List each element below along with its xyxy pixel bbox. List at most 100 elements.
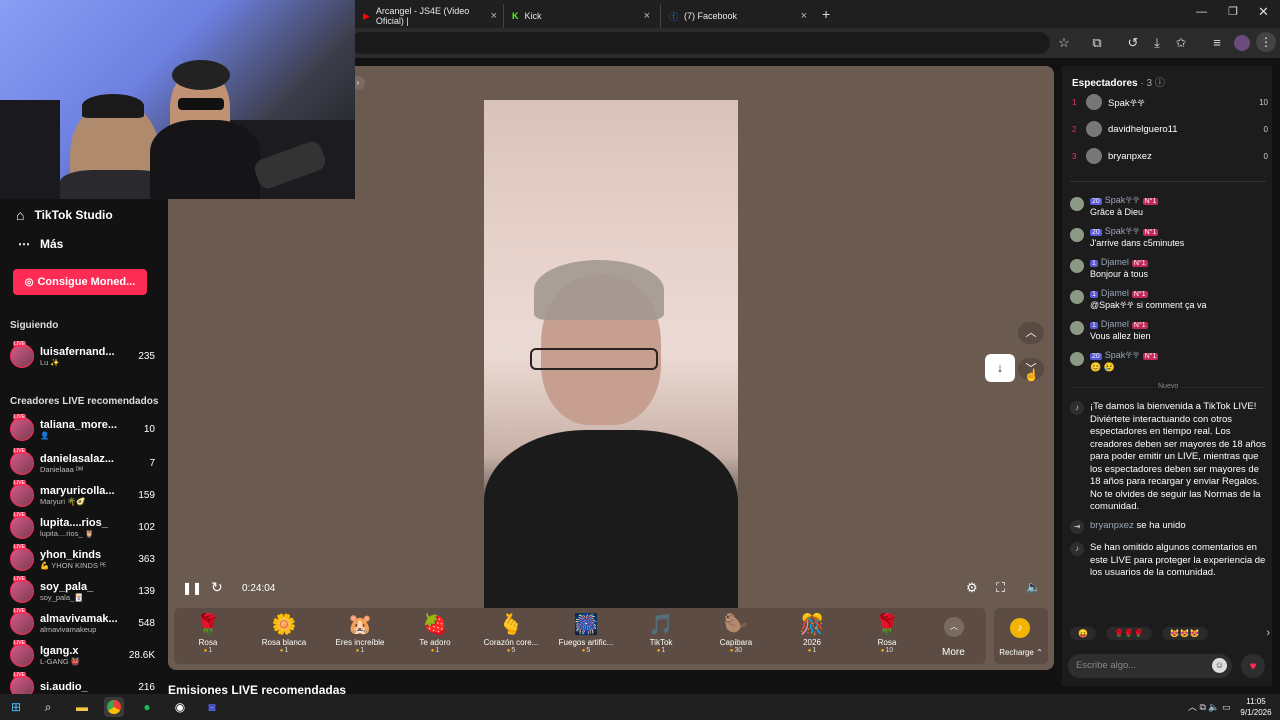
menu-kebab-icon[interactable]: ⋮ — [1256, 32, 1276, 52]
taskbar-clock[interactable]: 11:05 9/1/2026 — [1236, 696, 1276, 718]
get-coins-button[interactable]: ◎ Consigue Moned... — [13, 269, 147, 295]
recharge-button[interactable]: ♪ Recharge ⌃ — [994, 608, 1048, 664]
quick-emoji-2[interactable]: 🌹🌹🌹 — [1105, 626, 1152, 640]
gift-item[interactable]: 🐹Eres increíble1 — [325, 612, 395, 654]
windows-taskbar: ⊞ ⌕ ▬ ● ◉ ◙ ︿ ⧉ 🔈 ▭ 11:05 9/1/2026 — [0, 694, 1280, 720]
gift-icon: 🎵 — [648, 614, 674, 636]
live-video[interactable] — [484, 100, 738, 608]
avatar — [1070, 197, 1084, 211]
gift-icon: 🌹 — [874, 614, 900, 636]
chat-comment[interactable]: 1 Djamel N°1 @Spak𖣂𖣂 si comment ça va — [1070, 288, 1270, 311]
sunglasses — [178, 98, 224, 110]
viewer-row[interactable]: 3 bryanpxez 0 — [1072, 146, 1268, 166]
gift-item[interactable]: 🦫Capibara30 — [701, 612, 771, 654]
download-icon[interactable]: ⤓ — [1148, 34, 1166, 52]
chat-comment[interactable]: 20 Spak𖣂𖣂 N°1 Grâce à Dieu — [1070, 195, 1270, 218]
new-tab-button[interactable]: + — [822, 6, 830, 22]
viewer-row[interactable]: 2 davidhelguero11 0 — [1072, 119, 1268, 139]
rank-badge: N°1 — [1131, 291, 1148, 298]
close-window-icon[interactable]: ✕ — [1258, 4, 1269, 20]
chrome-icon[interactable] — [104, 697, 124, 717]
recommended-creator[interactable]: LIVE maryuricolla... Maryuri 🌴🥑 159 — [10, 480, 155, 509]
quick-emoji-1[interactable]: 😛 — [1070, 626, 1096, 640]
avatar: LIVE — [10, 576, 34, 603]
more-gifts-button[interactable]: More — [942, 647, 965, 658]
refresh-icon[interactable]: ↻ — [211, 579, 223, 596]
level-badge: 20 — [1090, 198, 1102, 205]
cap — [82, 94, 144, 118]
download-live-button[interactable]: ↓ — [985, 354, 1015, 382]
recommended-creator[interactable]: LIVE yhon_kinds 💪 YHON KINDS ᴾᴱ 363 — [10, 544, 155, 573]
recommended-creator[interactable]: LIVE soy_pala_ soy_pala_🃏 139 — [10, 576, 155, 605]
volume-icon[interactable]: 🔈 — [1026, 580, 1041, 594]
rank-badge: N°1 — [1142, 198, 1159, 205]
recommended-creator[interactable]: LIVE taliana_more... 👤 10 — [10, 414, 155, 443]
chat-comment[interactable]: 1 Djamel N°1 Vous allez bien — [1070, 319, 1270, 342]
windows-start-icon[interactable]: ⊞ — [6, 697, 26, 717]
gift-item[interactable]: 🎊20261 — [777, 612, 847, 654]
divider — [1070, 181, 1266, 182]
fullscreen-icon[interactable]: ⛶ — [996, 580, 1005, 596]
history-icon[interactable]: ↺ — [1124, 34, 1142, 52]
chat-comment[interactable]: 20 Spak𖣂𖣂 N°1 😊 😢 — [1070, 350, 1270, 373]
search-icon[interactable]: ⌕ — [38, 697, 58, 717]
close-tab-icon[interactable]: × — [644, 10, 650, 22]
following-item[interactable]: LIVE luisafernand... Lu ✨ 235 — [10, 341, 155, 370]
level-badge: 1 — [1090, 322, 1098, 329]
file-explorer-icon[interactable]: ▬ — [72, 697, 92, 717]
nav-more[interactable]: ⋯ Más — [18, 237, 63, 251]
comment-input[interactable]: Escribe algo... ☺ — [1068, 654, 1232, 678]
quick-emoji-3[interactable]: 😻😻😻 — [1161, 626, 1208, 640]
tab-facebook[interactable]: ⓕ (7) Facebook × — [660, 4, 815, 28]
rank-badge: N°1 — [1142, 229, 1159, 236]
chat-comment[interactable]: 1 Djamel N°1 Bonjour à tous — [1070, 257, 1270, 280]
like-heart-icon[interactable]: ♥ — [1241, 654, 1265, 678]
emoji-picker-icon[interactable]: ☺ — [1212, 658, 1227, 673]
omnibox[interactable] — [350, 32, 1050, 54]
tiktok-icon: ♪ — [1070, 401, 1084, 415]
recommended-creator[interactable]: LIVE danielasalaz... Danielaaa ᴰᴹ 7 — [10, 448, 155, 477]
recommended-creator[interactable]: LIVE lgang.x L-GANG 👹 28.6K — [10, 640, 155, 669]
settings-gear-icon[interactable]: ⚙ — [966, 580, 978, 596]
favorites-icon[interactable]: ✩ — [1172, 34, 1190, 52]
chat-comment[interactable]: 20 Spak𖣂𖣂 N°1 J'arrive dans c5minutes — [1070, 226, 1270, 249]
avatar: LIVE — [10, 414, 34, 441]
minimize-icon[interactable]: — — [1196, 6, 1207, 18]
tab-kick[interactable]: K Kick × — [503, 4, 658, 28]
extensions-icon[interactable]: ⧉ — [1088, 34, 1106, 52]
level-badge: 20 — [1090, 229, 1102, 236]
tab-youtube[interactable]: ▶ Arcangel - JS4E (Video Oficial) | × — [355, 4, 505, 28]
close-tab-icon[interactable]: × — [801, 10, 807, 22]
more-gifts-chevron-icon[interactable]: ︿ — [944, 617, 964, 637]
info-icon[interactable]: ⓘ — [1155, 78, 1165, 89]
restore-icon[interactable]: ❐ — [1228, 5, 1238, 18]
gift-item[interactable]: 🌹Rosa10 — [852, 612, 922, 654]
system-tray-icons[interactable]: ︿ ⧉ 🔈 ▭ — [1188, 700, 1231, 713]
spotify-icon[interactable]: ● — [137, 697, 157, 717]
more-dots-icon: ⋯ — [18, 237, 30, 251]
obs-icon[interactable]: ◉ — [170, 697, 190, 717]
recommended-creator[interactable]: LIVE almavivamak... almavivamakeup 548 — [10, 608, 155, 637]
level-badge: 1 — [1090, 260, 1098, 267]
viewer-row[interactable]: 1 Spak𖣂𖣂 10 — [1072, 92, 1268, 112]
rank-badge: N°1 — [1142, 353, 1159, 360]
gift-item[interactable]: 🍓Te adoro1 — [400, 612, 470, 654]
gift-item[interactable]: 🎆Fuegos artific...5 — [551, 612, 621, 654]
gift-item[interactable]: 🫰Corazón core...5 — [476, 612, 546, 654]
bookmark-star-icon[interactable]: ☆ — [1055, 34, 1073, 52]
profile-avatar[interactable] — [1234, 35, 1250, 51]
pause-icon[interactable]: ❚❚ — [182, 581, 202, 595]
previous-live-button[interactable]: ︿ — [1018, 322, 1044, 344]
discord-icon[interactable]: ◙ — [202, 697, 222, 717]
close-tab-icon[interactable]: × — [491, 10, 497, 22]
facebook-icon: ⓕ — [669, 11, 679, 22]
gift-item[interactable]: 🎵TikTok1 — [626, 612, 696, 654]
gift-item[interactable]: 🌼Rosa blanca1 — [249, 612, 319, 654]
chevron-right-icon[interactable]: › — [1266, 627, 1270, 639]
recommended-creator[interactable]: LIVE lupita....rios_ lupita....rios_ 🦉 102 — [10, 512, 155, 541]
avatar: LIVE — [10, 544, 34, 571]
gift-icon: 🫰 — [498, 614, 524, 636]
reading-list-icon[interactable]: ≡ — [1208, 34, 1226, 52]
gift-item[interactable]: 🌹Rosa1 — [173, 612, 243, 654]
nav-tiktok-studio[interactable]: ⌂ TikTok Studio — [16, 207, 113, 223]
